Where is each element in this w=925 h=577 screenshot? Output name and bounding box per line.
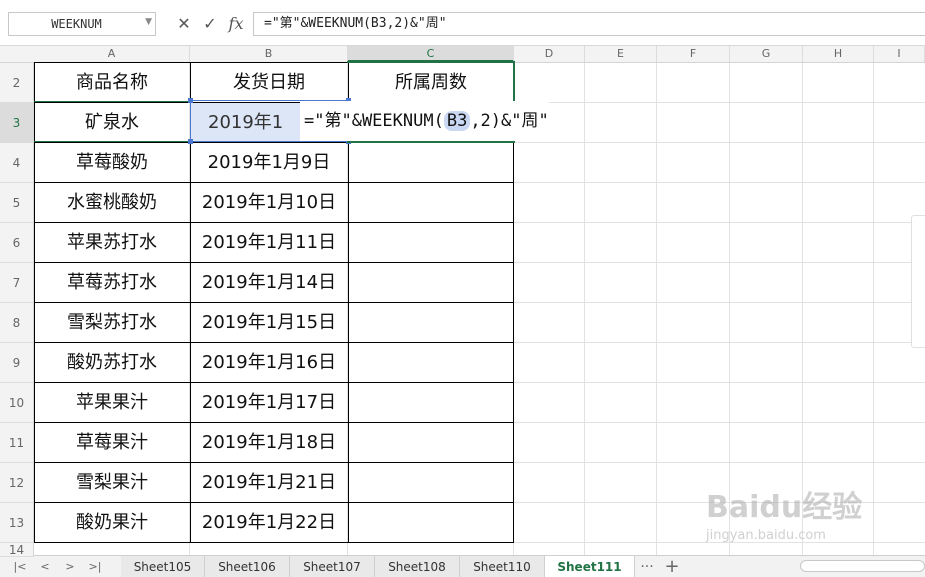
column-header-g[interactable]: G	[730, 46, 803, 62]
cell-ship-date[interactable]: 2019年1月22日	[190, 503, 348, 543]
formula-input[interactable]: ="第"&WEEKNUM(B3,2)&"周"	[253, 12, 925, 36]
name-box[interactable]: WEEKNUM ▼	[8, 12, 156, 36]
sheet-tab-bar: |< < > >| Sheet105 Sheet106 Sheet107 Sheet108 Sh…	[0, 555, 925, 577]
row-header-4[interactable]: 4	[0, 143, 34, 183]
table-hborder	[34, 342, 514, 343]
sheet-tab-sheet110[interactable]: Sheet110	[460, 556, 545, 577]
cell-product-name[interactable]: 酸奶苏打水	[34, 343, 190, 383]
table-hborder	[34, 542, 514, 543]
sheet-tab-sheet108[interactable]: Sheet108	[375, 556, 460, 577]
horizontal-scrollbar[interactable]	[800, 560, 925, 572]
watermark-logo: Baidu经验	[706, 490, 863, 525]
cell-ship-date[interactable]: 2019年1月15日	[190, 303, 348, 343]
tab-nav-first-icon[interactable]: |<	[10, 556, 30, 577]
row-header-6[interactable]: 6	[0, 223, 34, 263]
cell-product-name[interactable]: 草莓果汁	[34, 423, 190, 463]
row-header-14[interactable]: 14	[0, 543, 34, 557]
cell-product-name[interactable]: 草莓苏打水	[34, 263, 190, 303]
chevron-down-icon[interactable]: ▼	[145, 17, 152, 27]
column-header-c[interactable]: C	[348, 46, 514, 62]
table-hborder	[34, 462, 514, 463]
table-header-date[interactable]: 发货日期	[190, 63, 348, 103]
table-hborder	[34, 262, 514, 263]
cell-product-name[interactable]: 雪梨果汁	[34, 463, 190, 503]
name-box-value: WEEKNUM	[51, 17, 102, 31]
grid-vline	[584, 63, 585, 555]
table-hborder	[34, 222, 514, 223]
fx-icon[interactable]: fx	[226, 12, 246, 36]
cell-product-name[interactable]: 水蜜桃酸奶	[34, 183, 190, 223]
row-header-8[interactable]: 8	[0, 303, 34, 343]
table-hborder	[34, 302, 514, 303]
selected-cell-a3	[33, 101, 191, 142]
watermark-sub: jingyan.baidu.com	[706, 528, 826, 543]
row-header-5[interactable]: 5	[0, 183, 34, 223]
cell-product-name[interactable]: 苹果苏打水	[34, 223, 190, 263]
cell-ship-date[interactable]: 2019年1月16日	[190, 343, 348, 383]
reference-handle[interactable]	[188, 98, 193, 103]
edit-prefix: ="第"&WEEKNUM(	[304, 111, 444, 131]
sheet-tab-sheet111[interactable]: Sheet111	[545, 556, 635, 577]
cell-ship-date[interactable]: 2019年1月17日	[190, 383, 348, 423]
row-header-11[interactable]: 11	[0, 423, 34, 463]
column-header-f[interactable]: F	[657, 46, 730, 62]
add-sheet-icon[interactable]: +	[662, 556, 682, 577]
baidu-jingyan-watermark: Baidu经验 jingyan.baidu.com	[706, 482, 886, 552]
cell-product-name[interactable]: 酸奶果汁	[34, 503, 190, 543]
cell-product-name[interactable]: 雪梨苏打水	[34, 303, 190, 343]
cancel-icon[interactable]: ✕	[174, 12, 194, 36]
row-header-12[interactable]: 12	[0, 463, 34, 503]
column-header-h[interactable]: H	[803, 46, 874, 62]
side-panel-handle[interactable]	[911, 215, 925, 348]
sheet-tab-sheet105[interactable]: Sheet105	[121, 556, 205, 577]
grid-vline	[656, 63, 657, 555]
cell-reference-b3: B3	[443, 111, 471, 131]
more-sheets-icon[interactable]: ···	[637, 556, 657, 577]
column-header-b[interactable]: B	[190, 46, 348, 62]
row-header-9[interactable]: 9	[0, 343, 34, 383]
cell-ship-date[interactable]: 2019年1月14日	[190, 263, 348, 303]
row-header-13[interactable]: 13	[0, 503, 34, 543]
cell-ship-date[interactable]: 2019年1月11日	[190, 223, 348, 263]
confirm-icon[interactable]: ✓	[200, 12, 220, 36]
sheet-tab-sheet106[interactable]: Sheet106	[205, 556, 290, 577]
reference-handle[interactable]	[188, 139, 193, 144]
cell-product-name[interactable]: 苹果果汁	[34, 383, 190, 423]
table-hborder	[34, 422, 514, 423]
cell-ship-date[interactable]: 2019年1月9日	[190, 143, 348, 183]
table-hborder	[34, 182, 514, 183]
column-header-i[interactable]: I	[874, 46, 925, 62]
row-header-3[interactable]: 3	[0, 103, 34, 143]
cell-edit-overlay[interactable]: ="第"&WEEKNUM(B3,2)&"周"	[300, 101, 549, 141]
sheet-tab-sheet107[interactable]: Sheet107	[290, 556, 375, 577]
row-header-10[interactable]: 10	[0, 383, 34, 423]
formula-text: ="第"&WEEKNUM(B3,2)&"周"	[264, 16, 447, 31]
table-hborder	[34, 382, 514, 383]
column-header-e[interactable]: E	[585, 46, 657, 62]
tab-nav-next-icon[interactable]: >	[60, 556, 80, 577]
column-header-d[interactable]: D	[514, 46, 585, 62]
row-header-2[interactable]: 2	[0, 63, 34, 103]
table-header-name[interactable]: 商品名称	[34, 63, 190, 103]
tab-nav-last-icon[interactable]: >|	[85, 556, 105, 577]
edit-suffix: ,2)&"周"	[470, 111, 549, 131]
formula-bar: WEEKNUM ▼ ✕ ✓ fx ="第"&WEEKNUM(B3,2)&"周"	[0, 0, 925, 46]
cell-ship-date[interactable]: 2019年1月10日	[190, 183, 348, 223]
row-header-7[interactable]: 7	[0, 263, 34, 303]
table-hborder	[34, 502, 514, 503]
cell-ship-date[interactable]: 2019年1月21日	[190, 463, 348, 503]
cell-ship-date[interactable]: 2019年1月18日	[190, 423, 348, 463]
column-header-a[interactable]: A	[34, 46, 190, 62]
tab-nav-prev-icon[interactable]: <	[35, 556, 55, 577]
cell-product-name[interactable]: 草莓酸奶	[34, 143, 190, 183]
